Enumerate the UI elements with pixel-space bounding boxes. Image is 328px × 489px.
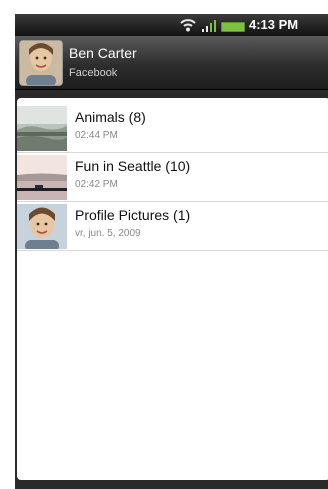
album-thumbnail — [17, 155, 67, 200]
contact-name: Ben Carter — [69, 45, 137, 61]
wifi-icon — [180, 19, 196, 32]
contact-header: Ben Carter Facebook — [15, 36, 328, 90]
album-time: 02:44 PM — [75, 130, 118, 141]
album-time: 02:42 PM — [75, 179, 118, 190]
avatar[interactable] — [19, 40, 63, 86]
album-thumbnail — [17, 106, 67, 151]
album-thumbnail — [17, 204, 67, 249]
signal-icon — [202, 20, 216, 32]
album-title: Animals (8) — [75, 109, 146, 125]
list-item[interactable]: Profile Pictures (1) vr, jun. 5, 2009 — [17, 202, 328, 251]
status-bar: 4:13 PM — [15, 14, 328, 36]
status-clock: 4:13 PM — [249, 17, 299, 32]
contact-source: Facebook — [69, 67, 118, 79]
album-title: Fun in Seattle (10) — [75, 158, 191, 174]
list-item[interactable]: Fun in Seattle (10) 02:42 PM — [17, 153, 328, 202]
album-title: Profile Pictures (1) — [75, 207, 191, 223]
phone-screen: 4:13 PM Ben Carter Facebook Animals (8) … — [15, 14, 328, 489]
list-item[interactable]: Animals (8) 02:44 PM — [17, 104, 328, 153]
battery-icon — [221, 22, 245, 32]
album-list: Animals (8) 02:44 PM Fun in Seattle (10)… — [17, 104, 328, 251]
album-date: vr, jun. 5, 2009 — [75, 228, 141, 239]
album-list-panel: Animals (8) 02:44 PM Fun in Seattle (10)… — [17, 98, 328, 480]
